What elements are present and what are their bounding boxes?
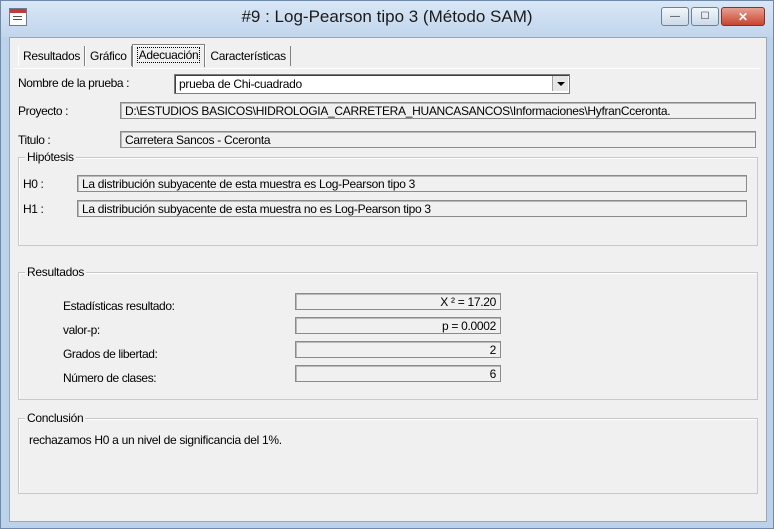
h1-label: H1 : bbox=[23, 202, 44, 216]
client-area: Resultados Gráfico Adecuación Caracterís… bbox=[9, 37, 767, 522]
hypothesis-group: Hipótesis H0 : La distribución subyacent… bbox=[18, 150, 758, 246]
tab-strip: Resultados Gráfico Adecuación Caracterís… bbox=[18, 44, 291, 68]
project-field[interactable]: D:\ESTUDIOS BASICOS\HIDROLOGIA_CARRETERA… bbox=[120, 102, 756, 119]
h0-label: H0 : bbox=[23, 177, 44, 191]
result-value-classes: 6 bbox=[295, 365, 501, 382]
tab-grafico[interactable]: Gráfico bbox=[85, 46, 132, 66]
close-button[interactable]: ✕ bbox=[721, 7, 765, 26]
tab-resultados[interactable]: Resultados bbox=[18, 46, 86, 66]
result-label-classes: Número de clases: bbox=[63, 371, 157, 385]
test-name-select[interactable]: prueba de Chi-cuadrado bbox=[174, 74, 570, 94]
tab-adecuacion[interactable]: Adecuación bbox=[131, 44, 206, 67]
conclusion-group-title: Conclusión bbox=[25, 411, 86, 425]
conclusion-group: Conclusión rechazamos H0 a un nivel de s… bbox=[18, 411, 758, 494]
result-label-statistic: Estadísticas resultado: bbox=[63, 299, 175, 313]
h0-field[interactable]: La distribución subyacente de esta muest… bbox=[77, 175, 747, 192]
app-window: #9 : Log-Pearson tipo 3 (Método SAM) — ☐… bbox=[0, 0, 774, 529]
adecuacion-panel: Nombre de la prueba : prueba de Chi-cuad… bbox=[14, 68, 760, 517]
title-bar[interactable]: #9 : Log-Pearson tipo 3 (Método SAM) — ☐… bbox=[1, 1, 773, 37]
result-value-statistic: X ² = 17.20 bbox=[295, 293, 501, 310]
tab-caracteristicas[interactable]: Características bbox=[205, 46, 291, 66]
title-field[interactable]: Carretera Sancos - Cceronta bbox=[120, 131, 756, 148]
hypothesis-group-title: Hipótesis bbox=[25, 150, 76, 164]
results-group-title: Resultados bbox=[25, 265, 87, 279]
result-value-pvalue: p = 0.0002 bbox=[295, 317, 501, 334]
result-value-dof: 2 bbox=[295, 341, 501, 358]
results-group: Resultados Estadísticas resultado: X ² =… bbox=[18, 265, 758, 400]
test-name-label: Nombre de la prueba : bbox=[18, 76, 130, 90]
project-label: Proyecto : bbox=[18, 104, 69, 118]
window-title: #9 : Log-Pearson tipo 3 (Método SAM) bbox=[241, 7, 533, 26]
conclusion-text: rechazamos H0 a un nivel de significanci… bbox=[29, 433, 282, 447]
minimize-button[interactable]: — bbox=[661, 7, 689, 26]
chevron-down-icon[interactable] bbox=[552, 76, 568, 91]
test-name-value: prueba de Chi-cuadrado bbox=[179, 77, 302, 91]
result-label-pvalue: valor-p: bbox=[63, 323, 100, 337]
tab-adecuacion-label: Adecuación bbox=[136, 47, 201, 63]
window-controls: — ☐ ✕ bbox=[661, 7, 765, 26]
h1-field[interactable]: La distribución subyacente de esta muest… bbox=[77, 200, 747, 217]
title-label: Titulo : bbox=[18, 133, 51, 147]
maximize-button[interactable]: ☐ bbox=[691, 7, 719, 26]
result-label-dof: Grados de libertad: bbox=[63, 347, 158, 361]
